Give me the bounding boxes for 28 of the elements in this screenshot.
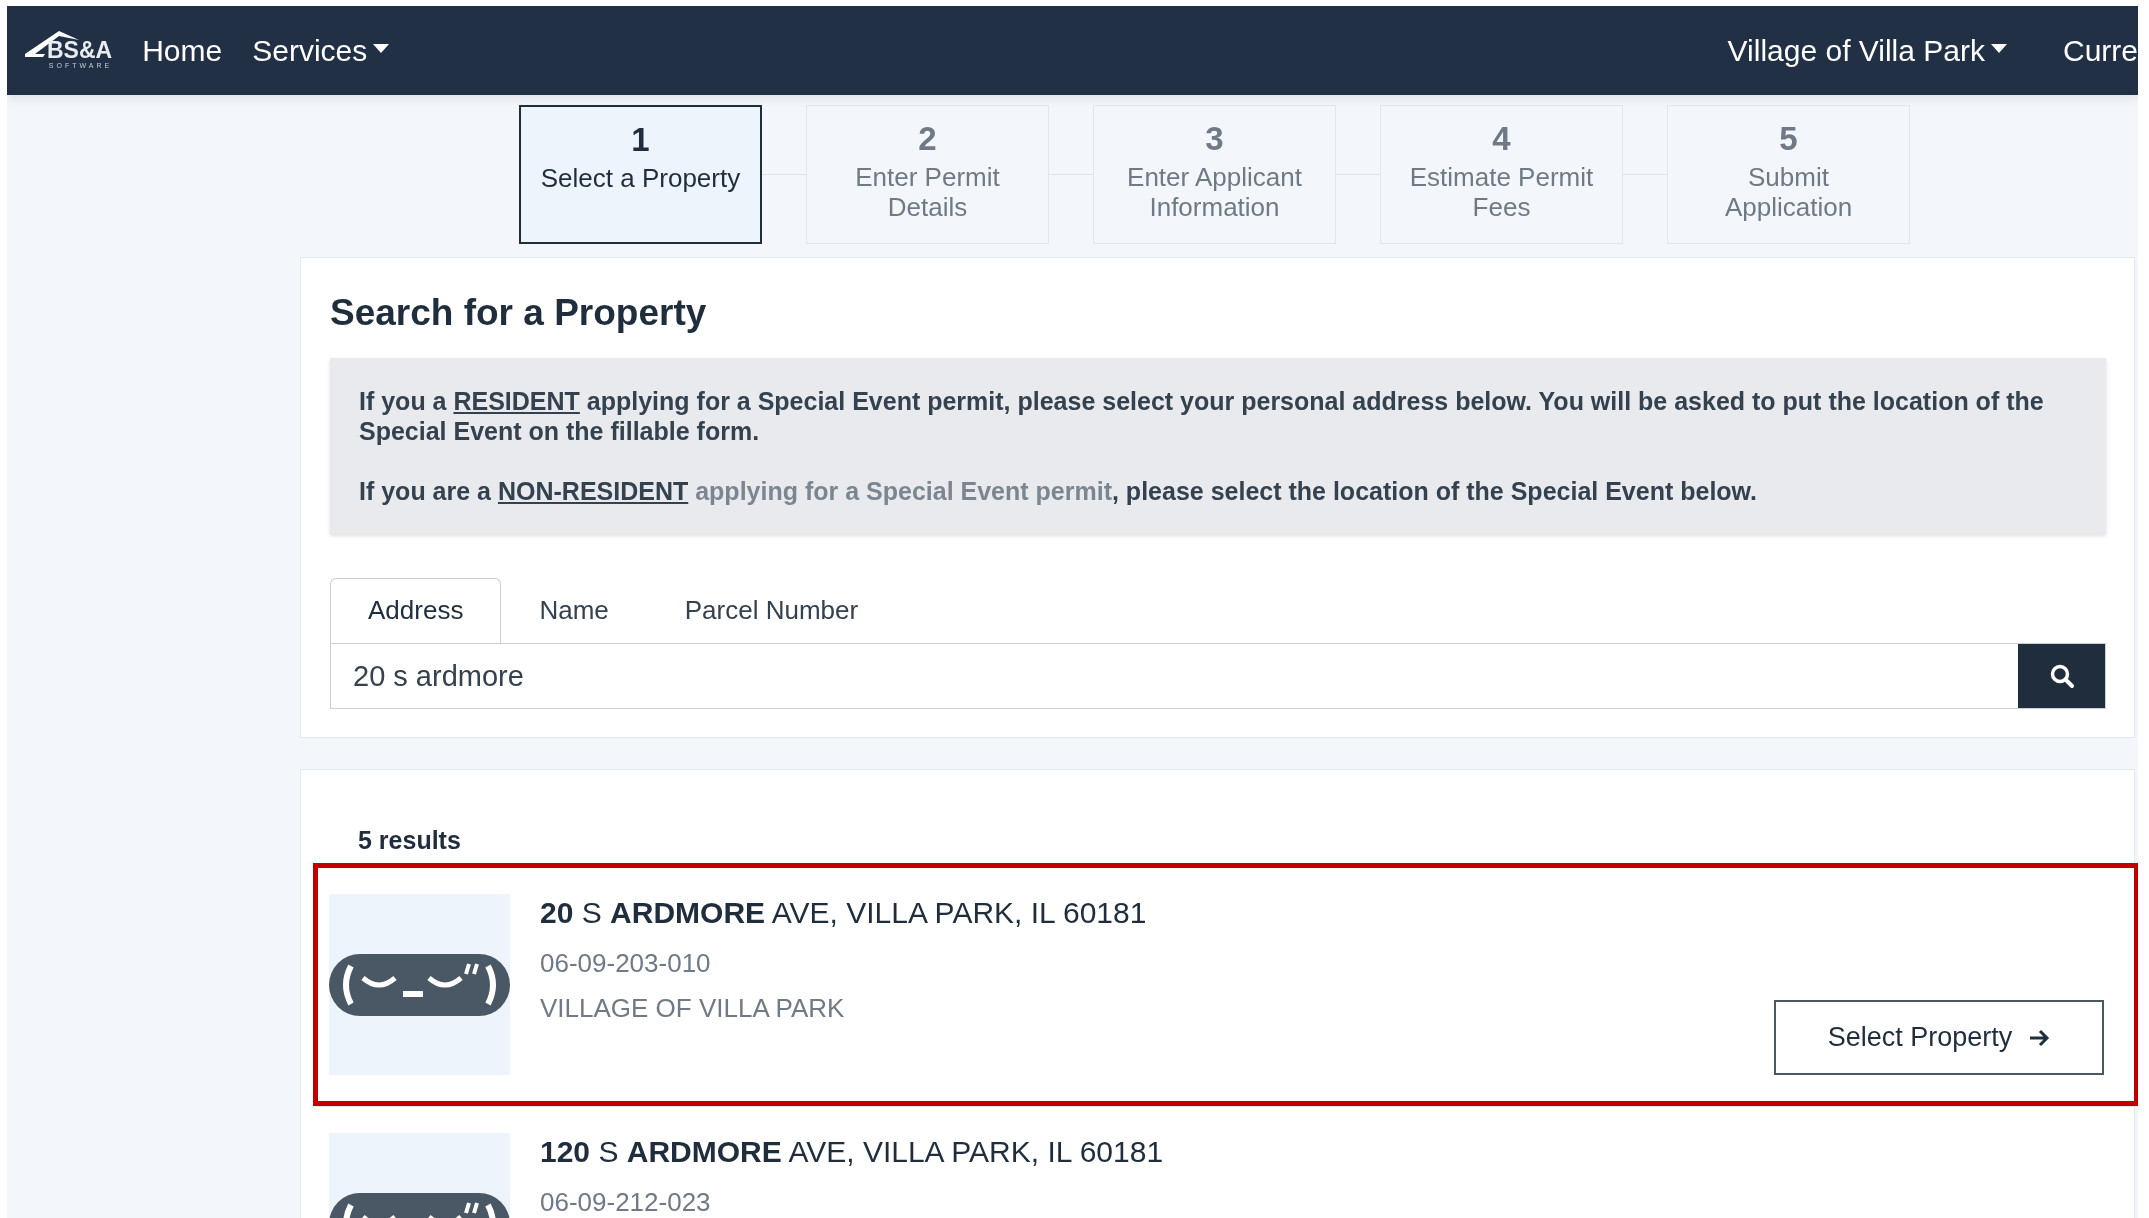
notice-link[interactable]: RESIDENT xyxy=(453,387,580,415)
owner-name: VILLAGE OF VILLA PARK xyxy=(540,993,846,1024)
parcel-number: 06-09-203-010 xyxy=(540,948,712,979)
result-address[interactable]: 20 S ARDMORE AVE, VILLA PARK, IL 60181 xyxy=(540,896,1774,930)
nav-link[interactable]: Curre xyxy=(2063,33,2138,68)
logo-text: BS&A xyxy=(47,38,113,61)
nav-link[interactable]: Village of Villa Park xyxy=(1727,33,2007,68)
search-tab[interactable]: Address xyxy=(330,578,502,643)
section-heading: Search for a Property xyxy=(330,292,708,334)
notice-text: If you a RESIDENT applying for a Special Event permit, please select your personal address below. You will be asked to put the location of the Special Event on the fillable form. xyxy=(359,386,2045,446)
notice-link[interactable]: NON-RESIDENT xyxy=(497,477,689,505)
result-count: 5 results xyxy=(357,826,462,855)
search-button[interactable] xyxy=(2018,644,2105,708)
result-address[interactable]: 120 S ARDMORE AVE, VILLA PARK, IL 60181 xyxy=(540,1135,2104,1169)
step-tab[interactable]: 1 Select a Property xyxy=(519,105,762,244)
step-tab[interactable]: 5 Submit Application xyxy=(1667,105,1910,244)
step-tab[interactable]: 4 Estimate Permit Fees xyxy=(1380,105,1623,244)
search-tab[interactable]: Name xyxy=(501,578,647,643)
step-tab[interactable]: 3 Enter Applicant Information xyxy=(1093,105,1336,244)
nav-link[interactable]: Services xyxy=(252,33,390,68)
notice-text: If you are a NON-RESIDENT applying for a Special Event permit, please select the location of the Special Event below. xyxy=(359,476,1759,506)
search-tab[interactable]: Parcel Number xyxy=(646,578,897,643)
nav-link[interactable]: Home xyxy=(142,33,223,68)
select-property-button[interactable]: Select Property xyxy=(1774,1000,2104,1075)
step-tab[interactable]: 2 Enter Permit Details xyxy=(806,105,1049,244)
arrow-right-icon xyxy=(2028,1027,2051,1048)
parcel-number: 06-09-212-023 xyxy=(540,1187,712,1218)
search-icon xyxy=(2048,663,2075,689)
